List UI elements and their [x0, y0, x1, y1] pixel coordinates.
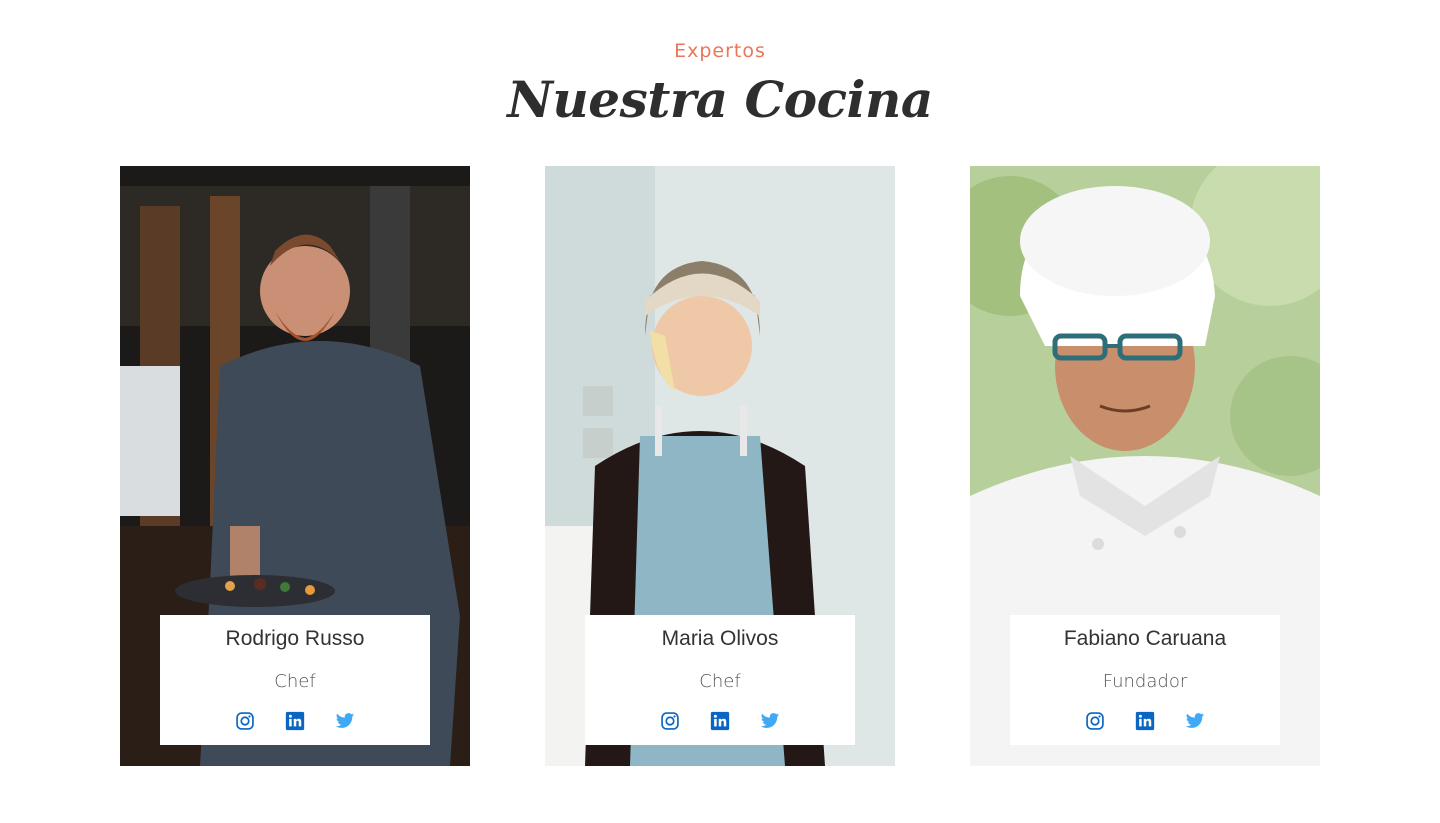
team-info: Rodrigo Russo Chef: [160, 615, 430, 745]
team-name: Maria Olivos: [661, 627, 779, 650]
team-card-rodrigo: Rodrigo Russo Chef: [120, 166, 470, 766]
twitter-icon[interactable]: [760, 711, 780, 731]
linkedin-icon[interactable]: [285, 711, 305, 731]
team-role: Chef: [274, 671, 316, 692]
linkedin-icon[interactable]: [1135, 711, 1155, 731]
social-links: [1010, 711, 1280, 731]
section-eyebrow: Expertos: [674, 40, 766, 62]
team-info: Fabiano Caruana Fundador: [1010, 615, 1280, 745]
team-card-fabiano: Fabiano Caruana Fundador: [970, 166, 1320, 766]
instagram-icon[interactable]: [660, 711, 680, 731]
linkedin-icon[interactable]: [710, 711, 730, 731]
instagram-icon[interactable]: [1085, 711, 1105, 731]
team-name: Rodrigo Russo: [225, 627, 365, 650]
team-role: Fundador: [1102, 671, 1188, 692]
social-links: [585, 711, 855, 731]
team-info: Maria Olivos Chef: [585, 615, 855, 745]
twitter-icon[interactable]: [335, 711, 355, 731]
twitter-icon[interactable]: [1185, 711, 1205, 731]
section-title: Nuestra Cocina: [507, 70, 933, 129]
team-role: Chef: [699, 671, 741, 692]
team-name: Fabiano Caruana: [1063, 627, 1227, 650]
team-card-maria: Maria Olivos Chef: [545, 166, 895, 766]
instagram-icon[interactable]: [235, 711, 255, 731]
social-links: [160, 711, 430, 731]
